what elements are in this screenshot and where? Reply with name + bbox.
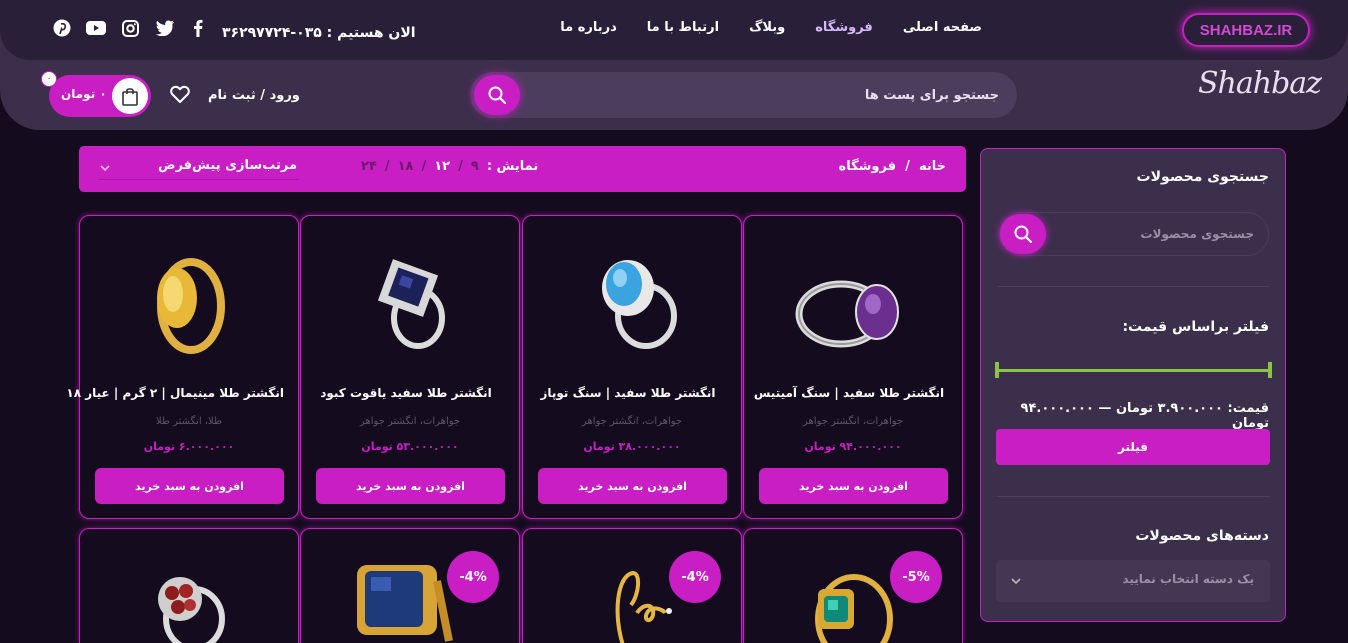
product-search xyxy=(999,212,1269,256)
login-register-link[interactable]: ورود / ثبت نام xyxy=(208,88,300,103)
product-categories[interactable]: جواهرات، انگشتر جواهر xyxy=(301,416,519,427)
divider xyxy=(997,496,1269,497)
product-card[interactable]: انگشتر طلا سفید یاقوت کبود جواهرات، انگش… xyxy=(300,215,520,519)
product-card[interactable] xyxy=(79,528,299,643)
product-price: ۶.۰۰۰.۰۰۰ تومان xyxy=(143,440,235,453)
product-image[interactable] xyxy=(568,236,698,356)
nav-home[interactable]: صفحه اصلی xyxy=(903,20,982,35)
cart-button[interactable]: ۰ تومان xyxy=(49,75,151,117)
product-image[interactable] xyxy=(603,565,683,643)
product-categories[interactable]: طلا، انگشتر طلا xyxy=(80,416,298,427)
nav-contact[interactable]: ارتباط با ما xyxy=(647,20,719,35)
header-search-input[interactable] xyxy=(539,72,999,118)
category-select[interactable]: یک دسته انتخاب نمایید xyxy=(996,560,1270,602)
youtube-icon[interactable] xyxy=(86,18,106,38)
header: SHAHBAZ.IR صفحه اصلی فروشگاه وبلاگ ارتبا… xyxy=(0,0,1348,130)
product-card[interactable]: -5% xyxy=(743,528,963,643)
filter-button[interactable]: فیلتر xyxy=(996,429,1270,465)
per-page-label: نمایش : xyxy=(486,159,539,174)
sidebar: جستجوی محصولات فیلتر براساس قیمت: قیمت: … xyxy=(980,148,1286,622)
product-price: ۵۳.۰۰۰.۰۰۰ تومان xyxy=(361,440,459,453)
facebook-icon[interactable] xyxy=(188,18,208,38)
product-card[interactable]: -4% xyxy=(522,528,742,643)
divider xyxy=(997,286,1269,287)
product-title[interactable]: انگشتر طلا مینیمال | ۲ گرم | عیار ۱۸ xyxy=(66,386,284,400)
nav-blog[interactable]: وبلاگ xyxy=(749,20,785,35)
per-page-separator: / xyxy=(384,159,390,174)
nav-shop[interactable]: فروشگاه xyxy=(815,20,873,35)
breadcrumb-separator: / xyxy=(905,159,910,174)
per-page-option[interactable]: ۱۸ xyxy=(398,159,414,174)
discount-badge: -4% xyxy=(447,551,499,603)
instagram-icon[interactable] xyxy=(120,18,140,38)
product-search-button[interactable] xyxy=(1000,214,1046,254)
add-to-cart-button[interactable]: افزودن به سبد خرید xyxy=(95,468,284,504)
wishlist-button[interactable] xyxy=(170,85,190,108)
per-page-separator: / xyxy=(421,159,427,174)
sort-select-value: مرتب‌سازی پیش‌فرض xyxy=(157,158,297,173)
add-to-cart-button[interactable]: افزودن به سبد خرید xyxy=(538,468,727,504)
top-bar: SHAHBAZ.IR صفحه اصلی فروشگاه وبلاگ ارتبا… xyxy=(0,0,1348,60)
per-page-selector: نمایش : ۹ / ۱۲ / ۱۸ / ۲۴ xyxy=(361,159,538,174)
product-card[interactable]: انگشتر طلا سفید | سنگ آمیتیس جواهرات، ان… xyxy=(743,215,963,519)
main-nav: صفحه اصلی فروشگاه وبلاگ ارتباط با ما درب… xyxy=(560,20,982,35)
product-card[interactable]: انگشتر طلا سفید | سنگ توپاز جواهرات، انگ… xyxy=(522,215,742,519)
price-slider-min-handle[interactable] xyxy=(995,362,999,378)
product-image[interactable] xyxy=(125,236,255,356)
per-page-option[interactable]: ۲۴ xyxy=(361,159,377,174)
product-search-title: جستجوی محصولات xyxy=(1136,169,1269,185)
phone-number: الان هستیم : ۰۳۵-۳۶۲۹۷۷۲۴ xyxy=(222,25,416,41)
product-categories[interactable]: جواهرات، انگشتر جواهر xyxy=(744,416,962,427)
shopping-bag-icon xyxy=(112,78,148,114)
header-search xyxy=(470,72,1017,118)
product-title[interactable]: انگشتر طلا سفید | سنگ آمیتیس xyxy=(750,386,948,400)
cart-total: ۰ تومان xyxy=(61,87,107,101)
chevron-down-icon xyxy=(99,159,111,178)
twitter-icon[interactable] xyxy=(154,18,174,38)
per-page-option[interactable]: ۹ xyxy=(471,159,479,174)
add-to-cart-button[interactable]: افزودن به سبد خرید xyxy=(316,468,505,504)
per-page-separator: / xyxy=(458,159,463,174)
price-slider-track[interactable] xyxy=(996,369,1271,372)
product-categories[interactable]: جواهرات، انگشتر جواهر xyxy=(523,416,741,427)
product-card[interactable]: انگشتر طلا مینیمال | ۲ گرم | عیار ۱۸ طلا… xyxy=(66,215,299,519)
product-title[interactable]: انگشتر طلا سفید | سنگ توپاز xyxy=(529,386,727,400)
search-icon xyxy=(1014,225,1032,243)
product-image[interactable] xyxy=(150,569,230,643)
product-image[interactable] xyxy=(804,569,904,643)
price-range-text: قیمت: ۳.۹۰۰.۰۰۰ تومان — ۹۴.۰۰۰.۰۰۰ تومان xyxy=(1020,401,1269,431)
header-search-button[interactable] xyxy=(474,75,520,115)
add-to-cart-button[interactable]: افزودن به سبد خرید xyxy=(759,468,948,504)
price-filter-title: فیلتر براساس قیمت: xyxy=(1122,319,1269,335)
brand-badge-link[interactable]: SHAHBAZ.IR xyxy=(1182,13,1310,47)
breadcrumb: خانه / فروشگاه xyxy=(839,159,946,174)
category-select-value: یک دسته انتخاب نمایید xyxy=(1122,572,1254,586)
sort-select[interactable]: مرتب‌سازی پیش‌فرض xyxy=(99,152,299,180)
social-links xyxy=(52,18,208,38)
nav-about[interactable]: درباره ما xyxy=(560,20,617,35)
per-page-option[interactable]: ۱۲ xyxy=(434,159,450,174)
product-image[interactable] xyxy=(353,561,453,643)
heart-icon xyxy=(170,85,190,103)
product-image[interactable] xyxy=(789,236,919,356)
price-slider-max-handle[interactable] xyxy=(1268,362,1272,378)
cart-count-badge: ۰ xyxy=(41,71,57,87)
categories-title: دسته‌های محصولات xyxy=(1135,528,1269,544)
breadcrumb-current: فروشگاه xyxy=(838,159,897,174)
product-image[interactable] xyxy=(346,236,476,356)
search-icon xyxy=(488,86,506,104)
product-title[interactable]: انگشتر طلا سفید یاقوت کبود xyxy=(307,386,505,400)
shop-toolbar: خانه / فروشگاه نمایش : ۹ / ۱۲ / ۱۸ / ۲۴ … xyxy=(79,146,966,192)
product-price: ۳۸.۰۰۰.۰۰۰ تومان xyxy=(583,440,681,453)
product-price: ۹۴.۰۰۰.۰۰۰ تومان xyxy=(804,440,902,453)
pinterest-icon[interactable] xyxy=(52,18,72,38)
breadcrumb-home[interactable]: خانه xyxy=(919,159,946,174)
chevron-down-icon xyxy=(1010,572,1022,591)
site-logo[interactable]: Shahbaz xyxy=(1198,66,1322,101)
product-search-input[interactable] xyxy=(1054,213,1254,255)
product-card[interactable]: -4% xyxy=(300,528,520,643)
